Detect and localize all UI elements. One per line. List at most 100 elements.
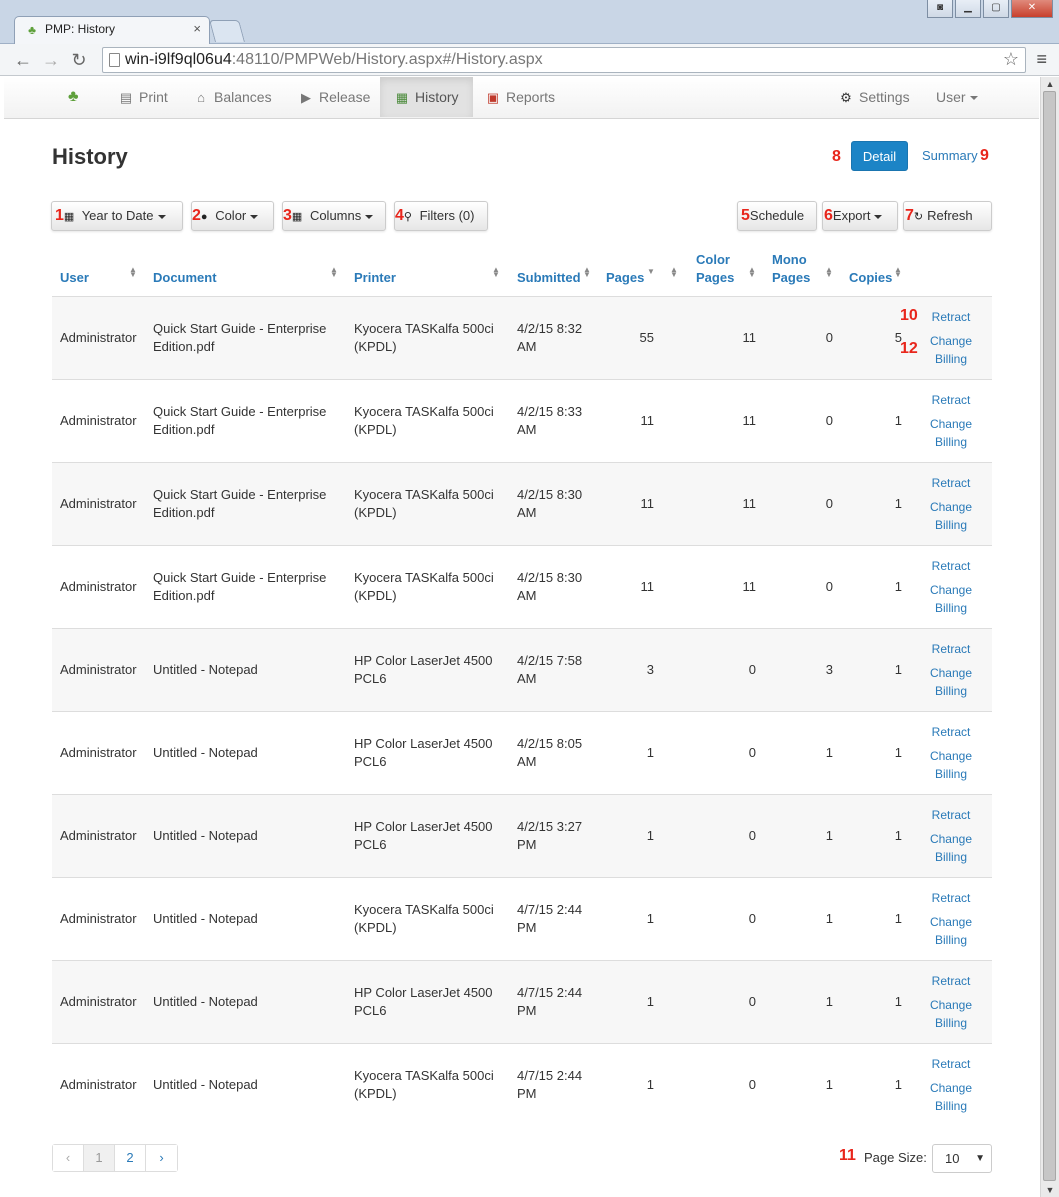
scroll-up-icon[interactable]: ▲ — [1041, 77, 1059, 91]
pagination-prev[interactable]: ‹ — [53, 1145, 84, 1171]
column-header-user[interactable]: User — [60, 269, 89, 287]
export-dropdown[interactable]: 6Export — [822, 201, 898, 231]
sort-icon[interactable]: ▲ ▼ — [492, 266, 500, 279]
retract-link[interactable]: Retract — [927, 391, 975, 409]
column-header-color-pages[interactable]: Color Pages — [696, 251, 734, 287]
sort-icon[interactable]: ▲ ▼ — [330, 266, 338, 279]
table-row: Administrator Quick Start Guide - Enterpr… — [52, 545, 992, 628]
sort-icon[interactable]: ▲ ▼ — [748, 266, 756, 279]
window-controls: ◙ ▁ ▢ ✕ — [927, 0, 1053, 18]
url-text: win-i9lf9ql06u4:48110/PMPWeb/History.asp… — [125, 51, 543, 68]
bookmark-star-icon[interactable]: ☆ — [1003, 49, 1019, 70]
column-header-mono-pages[interactable]: Mono Pages — [772, 251, 810, 287]
reload-icon[interactable]: ↻ — [68, 49, 90, 71]
change-billing-link[interactable]: Change Billing — [927, 415, 975, 451]
refresh-button[interactable]: 7↻ Refresh — [903, 201, 992, 231]
browser-titlebar: ♣ PMP: History × ◙ ▁ ▢ ✕ — [0, 0, 1059, 44]
maximize-icon[interactable]: ▢ — [983, 0, 1009, 18]
pagination-next[interactable]: › — [146, 1145, 177, 1171]
new-tab-button[interactable] — [209, 20, 245, 42]
cell-copies: 1 — [894, 662, 902, 677]
browser-tab[interactable]: ♣ PMP: History × — [14, 16, 210, 44]
change-billing-link[interactable]: Change Billing — [927, 996, 975, 1032]
nav-item-print[interactable]: ▤ Print — [118, 77, 168, 117]
retract-link[interactable]: Retract — [927, 557, 975, 575]
change-billing-link[interactable]: Change Billing — [927, 1079, 975, 1115]
vertical-scrollbar[interactable]: ▲ ▼ — [1040, 77, 1059, 1197]
back-arrow-icon[interactable]: ← — [12, 49, 34, 71]
retract-link[interactable]: Retract — [927, 889, 975, 907]
nav-item-balances[interactable]: ⌂ Balances — [193, 77, 272, 117]
nav-item-user[interactable]: User — [936, 77, 978, 117]
cell-mono-pages: 3 — [825, 662, 833, 677]
columns-dropdown[interactable]: 3▦ Columns — [282, 201, 386, 231]
cell-copies: 1 — [894, 1077, 902, 1092]
browser-toolbar: ← → ↻ win-i9lf9ql06u4:48110/PMPWeb/Histo… — [0, 44, 1059, 76]
annotation-12: 12 — [900, 340, 918, 357]
sort-icon[interactable]: ▲ ▼ — [583, 266, 591, 279]
change-billing-link[interactable]: Change Billing — [927, 498, 975, 534]
cell-copies: 1 — [894, 745, 902, 760]
sort-icon[interactable]: ▲ ▼ — [670, 266, 678, 279]
retract-link[interactable]: Retract — [927, 640, 975, 658]
color-dropdown[interactable]: 2● Color — [191, 201, 274, 231]
sort-icon[interactable]: ▲ ▼ — [825, 266, 833, 279]
retract-link[interactable]: Retract — [927, 972, 975, 990]
pagination-page-1[interactable]: 1 — [84, 1145, 115, 1171]
annotation-1: 1 — [55, 207, 64, 224]
retract-link[interactable]: Retract — [927, 723, 975, 741]
address-bar[interactable]: win-i9lf9ql06u4:48110/PMPWeb/History.asp… — [102, 47, 1026, 73]
table-row: Administrator Untitled - Notepad HP Color … — [52, 628, 992, 711]
forward-arrow-icon[interactable]: → — [40, 49, 62, 71]
change-billing-link[interactable]: Change Billing — [927, 747, 975, 783]
browser-menu-icon[interactable]: ≡ — [1036, 49, 1047, 70]
page-size-select[interactable]: 10 ▼ — [932, 1144, 992, 1173]
tab-close-icon[interactable]: × — [193, 21, 201, 36]
calendar-icon: ▦ — [395, 90, 409, 105]
date-range-dropdown[interactable]: 1▦ Year to Date — [51, 201, 183, 231]
retract-link[interactable]: Retract — [927, 308, 975, 326]
cell-submitted: 4/2/15 8:30 AM — [517, 570, 583, 603]
cell-pages: 1 — [646, 1077, 654, 1092]
change-billing-link[interactable]: Change Billing — [927, 332, 975, 368]
annotation-2: 2 — [192, 207, 201, 224]
cell-copies: 1 — [894, 413, 902, 428]
scroll-down-icon[interactable]: ▼ — [1041, 1183, 1059, 1197]
chevron-down-icon: ▼ — [975, 1153, 985, 1164]
sort-desc-icon[interactable]: ▼ — [647, 268, 655, 276]
home-tree-icon[interactable]: ♣ — [68, 77, 79, 117]
retract-link[interactable]: Retract — [927, 806, 975, 824]
change-billing-link[interactable]: Change Billing — [927, 664, 975, 700]
user-icon[interactable]: ◙ — [927, 0, 953, 18]
table-row: Administrator Quick Start Guide - Enterpr… — [52, 296, 992, 379]
column-header-document[interactable]: Document — [153, 269, 217, 287]
column-header-copies[interactable]: Copies — [849, 269, 892, 287]
column-header-pages[interactable]: Pages — [606, 269, 644, 287]
sort-icon[interactable]: ▲ ▼ — [129, 266, 137, 279]
cell-color-pages: 0 — [748, 1077, 756, 1092]
column-header-submitted[interactable]: Submitted — [517, 269, 581, 287]
change-billing-link[interactable]: Change Billing — [927, 913, 975, 949]
sort-icon[interactable]: ▲ ▼ — [894, 266, 902, 279]
table-row: Administrator Untitled - Notepad Kyocera T… — [52, 1043, 992, 1126]
column-header-printer[interactable]: Printer — [354, 269, 396, 287]
close-window-icon[interactable]: ✕ — [1011, 0, 1053, 18]
change-billing-link[interactable]: Change Billing — [927, 830, 975, 866]
cell-document: Quick Start Guide - Enterprise Edition.pd… — [153, 404, 327, 437]
minimize-icon[interactable]: ▁ — [955, 0, 981, 18]
table-row: Administrator Untitled - Notepad HP Color … — [52, 711, 992, 794]
detail-button[interactable]: Detail — [851, 141, 908, 171]
schedule-button[interactable]: 5Schedule — [737, 201, 817, 231]
summary-link[interactable]: Summary — [922, 148, 978, 163]
nav-item-history[interactable]: ▦ History — [380, 77, 473, 117]
nav-item-settings[interactable]: ⚙ Settings — [838, 77, 909, 117]
retract-link[interactable]: Retract — [927, 474, 975, 492]
retract-link[interactable]: Retract — [927, 1055, 975, 1073]
pagination-page-2[interactable]: 2 — [115, 1145, 146, 1171]
filters-button[interactable]: 4⚲ Filters (0) — [394, 201, 488, 231]
nav-item-release[interactable]: ▶ Release — [298, 77, 370, 117]
scroll-thumb[interactable] — [1043, 91, 1056, 1181]
table-row: Administrator Untitled - Notepad HP Color … — [52, 794, 992, 877]
nav-item-reports[interactable]: ▣ Reports — [485, 77, 555, 117]
change-billing-link[interactable]: Change Billing — [927, 581, 975, 617]
